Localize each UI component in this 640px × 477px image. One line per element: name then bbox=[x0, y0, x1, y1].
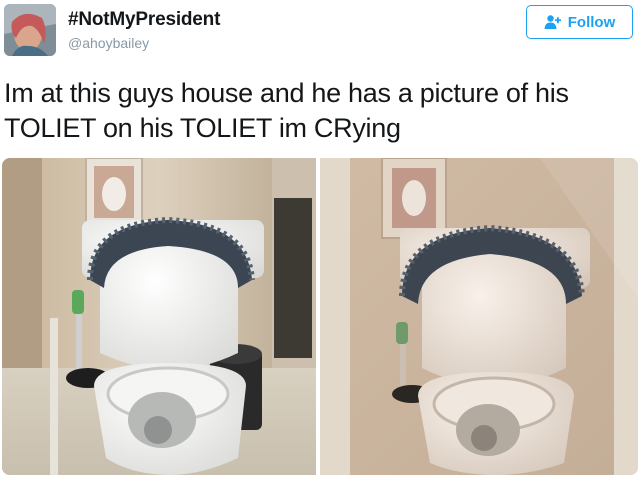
tweet-text: Im at this guys house and he has a pictu… bbox=[4, 78, 569, 143]
framed-picture-image bbox=[320, 158, 638, 475]
follow-label: Follow bbox=[567, 13, 616, 31]
tweet-photo-toilet[interactable] bbox=[2, 158, 316, 475]
user-handle[interactable]: @ahoybailey bbox=[68, 35, 149, 51]
display-name[interactable]: #NotMyPresident bbox=[68, 9, 220, 31]
add-user-icon bbox=[544, 14, 562, 30]
tweet-card: #NotMyPresident @ahoybailey Follow Im at… bbox=[0, 0, 640, 477]
toilet-photo-image bbox=[2, 158, 316, 475]
tweet-photo-framed-picture[interactable] bbox=[320, 158, 638, 475]
avatar-image bbox=[4, 4, 56, 56]
follow-button[interactable]: Follow bbox=[526, 5, 633, 39]
user-avatar[interactable] bbox=[4, 4, 56, 56]
